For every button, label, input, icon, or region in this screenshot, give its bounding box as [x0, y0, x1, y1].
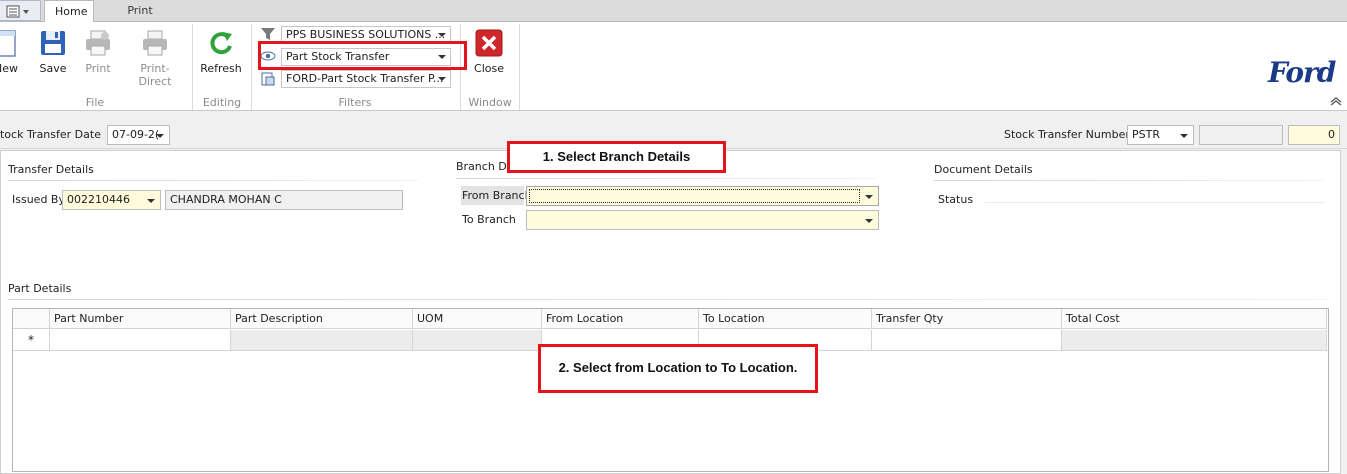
print-direct-button[interactable]: Print-Direct — [124, 26, 186, 88]
tab-print-preview[interactable]: Print Preview — [98, 0, 182, 38]
group-label-file: File — [85, 96, 105, 109]
menu-icon — [6, 5, 29, 18]
chevron-down-icon — [438, 77, 446, 81]
document-details-title: Document Details — [934, 163, 1033, 176]
group-divider — [192, 24, 193, 110]
column-header-from-location[interactable]: From Location — [542, 309, 699, 329]
stock-transfer-number-field[interactable]: 0 — [1288, 125, 1340, 145]
section-divider — [934, 180, 1324, 181]
application-menu-button[interactable] — [0, 0, 41, 21]
row-indicator-header — [13, 309, 50, 329]
annotation-step-1: 1. Select Branch Details — [507, 141, 726, 173]
printer-direct-icon — [143, 30, 167, 56]
part-details-title: Part Details — [8, 282, 72, 295]
chevron-down-icon — [1180, 134, 1188, 138]
filter-funnel-icon — [261, 28, 275, 40]
group-divider — [519, 24, 520, 110]
chevron-down-icon — [865, 195, 873, 199]
from-branch-dropdown[interactable] — [526, 186, 879, 206]
report-format-dropdown[interactable]: FORD-Part Stock Transfer P... — [281, 70, 451, 88]
column-header-to-location[interactable]: To Location — [699, 309, 872, 329]
printer-icon — [86, 30, 110, 56]
chevron-down-icon — [438, 33, 446, 37]
new-document-icon — [0, 30, 16, 57]
refresh-button[interactable]: Refresh — [197, 26, 245, 82]
from-branch-label: From Branch — [461, 186, 532, 205]
focus-indicator — [529, 189, 860, 203]
new-button[interactable]: New — [0, 26, 26, 82]
ribbon-tab-strip — [0, 0, 1347, 22]
report-format-icon — [261, 72, 275, 86]
section-divider — [8, 180, 418, 181]
refresh-icon — [210, 32, 232, 55]
issued-by-label: Issued By — [12, 193, 65, 206]
group-label-editing: Editing — [202, 96, 242, 109]
number-prefix-dropdown[interactable]: PSTR — [1127, 125, 1194, 145]
group-label-window: Window — [468, 96, 512, 109]
chevron-down-icon — [865, 219, 873, 223]
to-branch-dropdown[interactable] — [526, 210, 879, 230]
column-header-part-number[interactable]: Part Number — [50, 309, 231, 329]
column-header-transfer-qty[interactable]: Transfer Qty — [872, 309, 1062, 329]
chevron-down-icon — [156, 134, 164, 138]
status-label: Status — [938, 193, 974, 206]
cell-part-number[interactable] — [50, 330, 231, 351]
stock-transfer-number-label: Stock Transfer Number — [1004, 128, 1130, 141]
to-branch-label: To Branch — [462, 213, 516, 226]
stock-transfer-date-field[interactable]: 07-09-2( — [107, 125, 170, 145]
annotation-step-2: 2. Select from Location to To Location. — [538, 344, 818, 393]
section-divider — [456, 178, 876, 179]
save-button[interactable]: Save — [33, 26, 73, 82]
status-value — [985, 202, 1325, 203]
column-header-part-description[interactable]: Part Description — [231, 309, 413, 329]
section-divider — [8, 299, 1328, 300]
new-row-indicator: * — [13, 330, 50, 351]
floppy-disk-icon — [41, 31, 65, 55]
column-header-total-cost[interactable]: Total Cost — [1062, 309, 1327, 329]
cell-total-cost — [1062, 330, 1327, 351]
close-button[interactable]: Close — [468, 26, 510, 82]
issued-by-code-dropdown[interactable]: 002210446 — [62, 190, 161, 210]
number-series-field — [1199, 125, 1283, 145]
close-icon — [475, 29, 503, 57]
annotation-highlight-transaction-type — [258, 41, 467, 70]
tab-home[interactable]: Home — [44, 0, 94, 22]
print-button[interactable]: Print — [78, 26, 118, 82]
collapse-ribbon-icon[interactable] — [1330, 96, 1342, 106]
cell-uom — [413, 330, 542, 351]
cell-part-description — [231, 330, 413, 351]
column-header-uom[interactable]: UOM — [413, 309, 542, 329]
ford-logo: Ford — [1268, 56, 1336, 89]
stock-transfer-date-label: Stock Transfer Date — [0, 128, 101, 141]
issued-by-name-field: CHANDRA MOHAN C — [165, 190, 403, 210]
group-label-filters: Filters — [338, 96, 372, 109]
cell-transfer-qty[interactable] — [872, 330, 1062, 351]
transfer-details-title: Transfer Details — [8, 163, 94, 176]
chevron-down-icon — [147, 199, 155, 203]
